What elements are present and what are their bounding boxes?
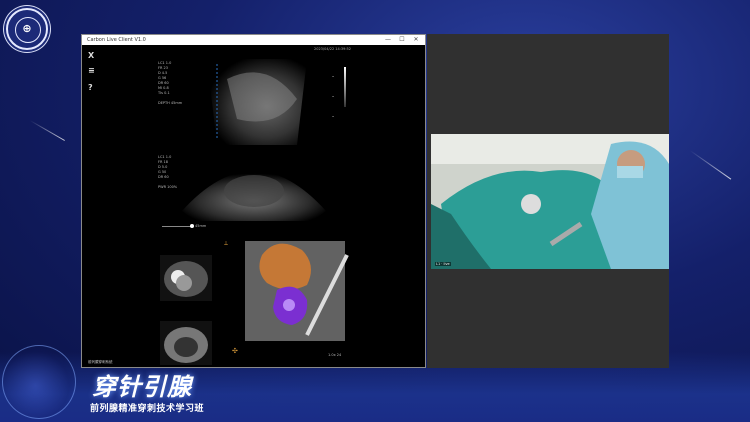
video-caption: L1 · live bbox=[435, 262, 451, 266]
timestamp: 2023/04/22 14:39:52 bbox=[314, 47, 352, 51]
minimize-button[interactable]: — bbox=[381, 35, 395, 45]
3d-fusion-view[interactable] bbox=[237, 235, 352, 345]
maximize-button[interactable]: ☐ bbox=[395, 35, 409, 45]
footer-label: 前列腺穿刺系统 bbox=[88, 360, 113, 364]
mri-axial-thumbnail[interactable] bbox=[160, 255, 212, 301]
decor-orb bbox=[2, 345, 76, 419]
depth-slider-track[interactable] bbox=[162, 226, 192, 227]
ultrasound-app-window: Carbon Live Client V1.0 — ☐ ✕ X ≡ ? 2023… bbox=[81, 34, 426, 368]
3d-axis-icon: ⟂ bbox=[224, 240, 229, 247]
depth-marker: • bbox=[332, 95, 335, 99]
surgery-video[interactable]: L1 · live bbox=[431, 134, 669, 269]
zoom-label: 1.0x 24 bbox=[328, 353, 342, 357]
institution-logo: ⊕ bbox=[6, 8, 48, 50]
transverse-readout: LC1 1.0 FR 18 D 5.0 G 50 DR 60 PWR 100% bbox=[158, 155, 178, 189]
live-video-panel: L1 · live bbox=[427, 34, 669, 368]
orientation-icon: ✣ bbox=[232, 347, 238, 355]
menu-icon[interactable]: ≡ bbox=[88, 66, 95, 76]
slider-value: 45mm bbox=[195, 224, 207, 228]
window-title: Carbon Live Client V1.0 bbox=[87, 37, 146, 43]
title-bar: Carbon Live Client V1.0 — ☐ ✕ bbox=[82, 35, 425, 45]
depth-slider-knob[interactable] bbox=[190, 224, 194, 228]
depth-marker: • bbox=[332, 75, 335, 79]
help-icon[interactable]: ? bbox=[88, 83, 93, 93]
close-button[interactable]: ✕ bbox=[409, 35, 423, 45]
event-subtitle: 前列腺精准穿刺技术学习班 bbox=[90, 404, 205, 414]
decor-ray bbox=[689, 150, 732, 180]
transverse-ultrasound-image bbox=[182, 151, 326, 221]
event-headline: 穿针引腺 bbox=[92, 373, 192, 401]
close-icon[interactable]: X bbox=[88, 51, 94, 61]
sagittal-readout: LC1 1.0 FR 23 D 4.5 G 56 DR 60 MI 0.8 TI… bbox=[158, 61, 183, 105]
depth-marker: • bbox=[332, 115, 335, 119]
decor-ray bbox=[29, 120, 65, 141]
grayscale-bar bbox=[344, 67, 346, 107]
sagittal-ultrasound-image bbox=[187, 59, 323, 145]
mri-coronal-thumbnail[interactable] bbox=[160, 321, 212, 365]
